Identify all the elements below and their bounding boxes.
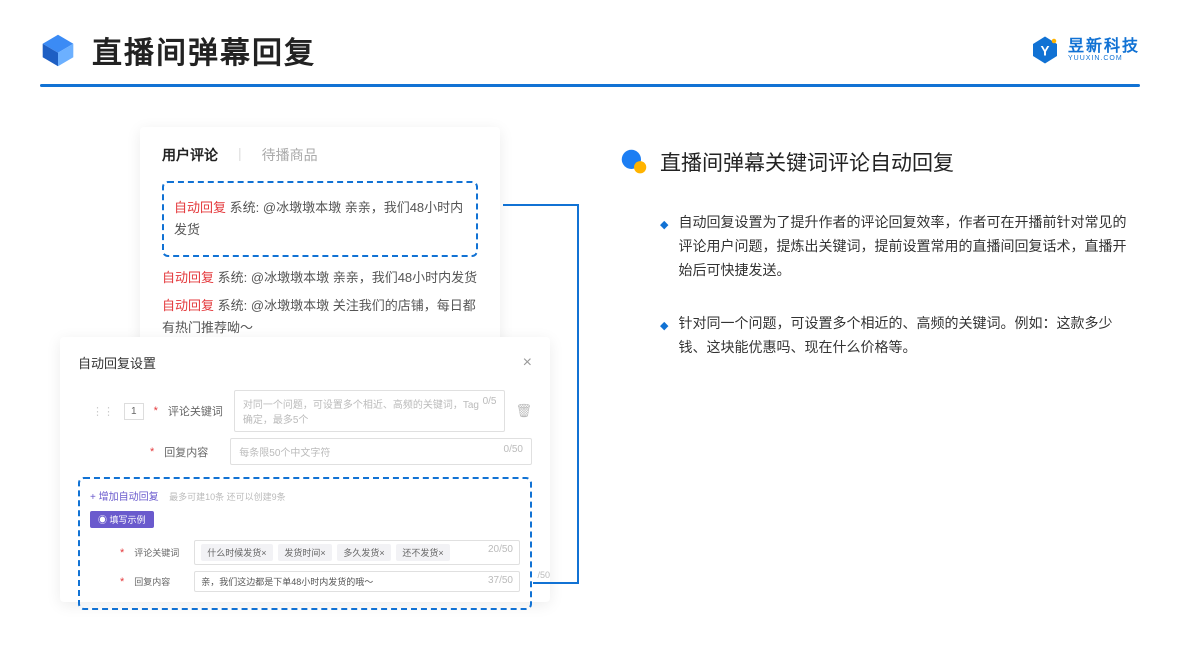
ex-content-label: 回复内容 xyxy=(134,575,184,588)
auto-reply-tag: 自动回复 xyxy=(162,298,214,313)
comment-text: @冰墩墩本墩 亲亲，我们48小时内发货 xyxy=(251,270,477,285)
side-count: /50 xyxy=(537,570,550,580)
chat-bubble-icon xyxy=(620,148,648,176)
cube-logo-icon xyxy=(40,32,76,68)
placeholder-text: 每条限50个中文字符 xyxy=(239,444,330,459)
ex-content-input[interactable]: 亲，我们这边都是下单48小时内发货的哦～ 37/50 xyxy=(194,571,520,592)
drag-handle-icon[interactable]: ⋮⋮ xyxy=(92,405,114,418)
keyword-input[interactable]: 对同一个问题，可设置多个相近、高频的关键词，Tag确定，最多5个 0/5 xyxy=(234,390,506,432)
ex-keyword-input[interactable]: 什么时候发货× 发货时间× 多久发货× 还不发货× 20/50 xyxy=(194,540,520,565)
example-badge: ◉ 填写示例 xyxy=(90,511,154,528)
tag-chip[interactable]: 什么时候发货× xyxy=(201,544,272,561)
ex-keyword-label: 评论关键词 xyxy=(134,546,184,559)
section-title: 直播间弹幕关键词评论自动回复 xyxy=(660,147,954,177)
add-reply-row: + 增加自动回复 最多可建10条 还可以创建9条 xyxy=(90,487,520,505)
add-hint: 最多可建10条 还可以创建9条 xyxy=(169,492,286,502)
char-count: 37/50 xyxy=(488,575,513,588)
section-heading: 直播间弹幕关键词评论自动回复 xyxy=(620,147,1140,177)
tab-pending-goods[interactable]: 待播商品 xyxy=(262,145,318,165)
comment-item: 自动回复 系统: @冰墩墩本墩 亲亲，我们48小时内发货 xyxy=(162,267,478,289)
tag-chip[interactable]: 还不发货× xyxy=(396,544,449,561)
content-input[interactable]: 每条限50个中文字符 0/50 xyxy=(230,438,532,465)
placeholder-text: 对同一个问题，可设置多个相近、高频的关键词，Tag确定，最多5个 xyxy=(243,396,483,426)
svg-text:Y: Y xyxy=(1040,43,1049,58)
example-content-row: * 回复内容 亲，我们这边都是下单48小时内发货的哦～ 37/50 xyxy=(90,571,520,592)
content-label: 回复内容 xyxy=(164,444,220,460)
bullet-text: 自动回复设置为了提升作者的评论回复效率，作者可在开播前针对常见的评论用户问题，提… xyxy=(678,211,1140,282)
connector-line xyxy=(503,204,579,206)
close-icon[interactable]: × xyxy=(523,354,532,372)
char-count: 0/50 xyxy=(504,444,523,459)
tag-list: 什么时候发货× 发货时间× 多久发货× 还不发货× xyxy=(201,544,452,561)
auto-reply-tag: 自动回复 xyxy=(174,200,226,215)
setting-row-content: * 回复内容 每条限50个中文字符 0/50 xyxy=(78,438,532,465)
brand-name: 昱新科技 xyxy=(1068,39,1140,55)
comment-item: 自动回复 系统: @冰墩墩本墩 关注我们的店铺，每日都有热门推荐呦～ xyxy=(162,295,478,339)
bullet-text: 针对同一个问题，可设置多个相近的、高频的关键词。例如：这款多少钱、这块能优惠吗、… xyxy=(678,312,1140,360)
example-keyword-row: * 评论关键词 什么时候发货× 发货时间× 多久发货× 还不发货× 20/50 xyxy=(90,540,520,565)
tab-separator: | xyxy=(238,145,242,165)
row-number: 1 xyxy=(124,403,144,420)
description-column: 直播间弹幕关键词评论自动回复 ◆ 自动回复设置为了提升作者的评论回复效率，作者可… xyxy=(620,127,1140,390)
required-star: * xyxy=(120,576,124,588)
sys-prefix: 系统: xyxy=(218,298,248,313)
required-star: * xyxy=(150,446,154,458)
sys-prefix: 系统: xyxy=(230,200,260,215)
main-content: 用户评论 | 待播商品 自动回复 系统: @冰墩墩本墩 亲亲，我们48小时内发货… xyxy=(0,87,1180,390)
brand-icon: Y xyxy=(1030,35,1060,65)
keyword-label: 评论关键词 xyxy=(168,403,224,419)
page-title: 直播间弹幕回复 xyxy=(92,28,316,72)
required-star: * xyxy=(120,547,124,559)
connector-line xyxy=(577,204,579,584)
tab-user-comments[interactable]: 用户评论 xyxy=(162,145,218,165)
diamond-icon: ◆ xyxy=(660,211,668,282)
settings-title: 自动回复设置 xyxy=(78,353,156,372)
connector-line xyxy=(533,582,579,584)
brand-url: YUUXIN.COM xyxy=(1068,55,1140,62)
settings-header: 自动回复设置 × xyxy=(78,353,532,372)
bullet-point: ◆ 自动回复设置为了提升作者的评论回复效率，作者可在开播前针对常见的评论用户问题… xyxy=(620,211,1140,282)
brand-logo: Y 昱新科技 YUUXIN.COM xyxy=(1030,35,1140,65)
sys-prefix: 系统: xyxy=(218,270,248,285)
setting-row-keyword: ⋮⋮ 1 * 评论关键词 对同一个问题，可设置多个相近、高频的关键词，Tag确定… xyxy=(78,390,532,432)
highlighted-auto-reply: 自动回复 系统: @冰墩墩本墩 亲亲，我们48小时内发货 xyxy=(162,181,478,257)
screenshot-column: 用户评论 | 待播商品 自动回复 系统: @冰墩墩本墩 亲亲，我们48小时内发货… xyxy=(60,127,560,390)
tag-chip[interactable]: 发货时间× xyxy=(278,544,331,561)
ex-content-text: 亲，我们这边都是下单48小时内发货的哦～ xyxy=(201,575,373,588)
comments-card: 用户评论 | 待播商品 自动回复 系统: @冰墩墩本墩 亲亲，我们48小时内发货… xyxy=(140,127,500,365)
char-count: 0/5 xyxy=(483,396,497,426)
comment-item: 自动回复 系统: @冰墩墩本墩 亲亲，我们48小时内发货 xyxy=(174,197,466,241)
delete-icon[interactable]: 🗑 xyxy=(515,403,532,419)
page-header: 直播间弹幕回复 Y 昱新科技 YUUXIN.COM xyxy=(0,0,1180,84)
bullet-point: ◆ 针对同一个问题，可设置多个相近的、高频的关键词。例如：这款多少钱、这块能优惠… xyxy=(620,312,1140,360)
diamond-icon: ◆ xyxy=(660,312,668,360)
example-highlight-box: + 增加自动回复 最多可建10条 还可以创建9条 ◉ 填写示例 * 评论关键词 … xyxy=(78,477,532,610)
brand-text: 昱新科技 YUUXIN.COM xyxy=(1068,39,1140,62)
add-auto-reply-link[interactable]: + 增加自动回复 xyxy=(90,492,159,503)
auto-reply-tag: 自动回复 xyxy=(162,270,214,285)
required-star: * xyxy=(154,405,158,417)
comment-tabs: 用户评论 | 待播商品 xyxy=(162,145,478,165)
header-left: 直播间弹幕回复 xyxy=(40,28,316,72)
char-count: 20/50 xyxy=(488,544,513,561)
auto-reply-settings-card: 自动回复设置 × ⋮⋮ 1 * 评论关键词 对同一个问题，可设置多个相近、高频的… xyxy=(60,337,550,602)
tag-chip[interactable]: 多久发货× xyxy=(337,544,390,561)
